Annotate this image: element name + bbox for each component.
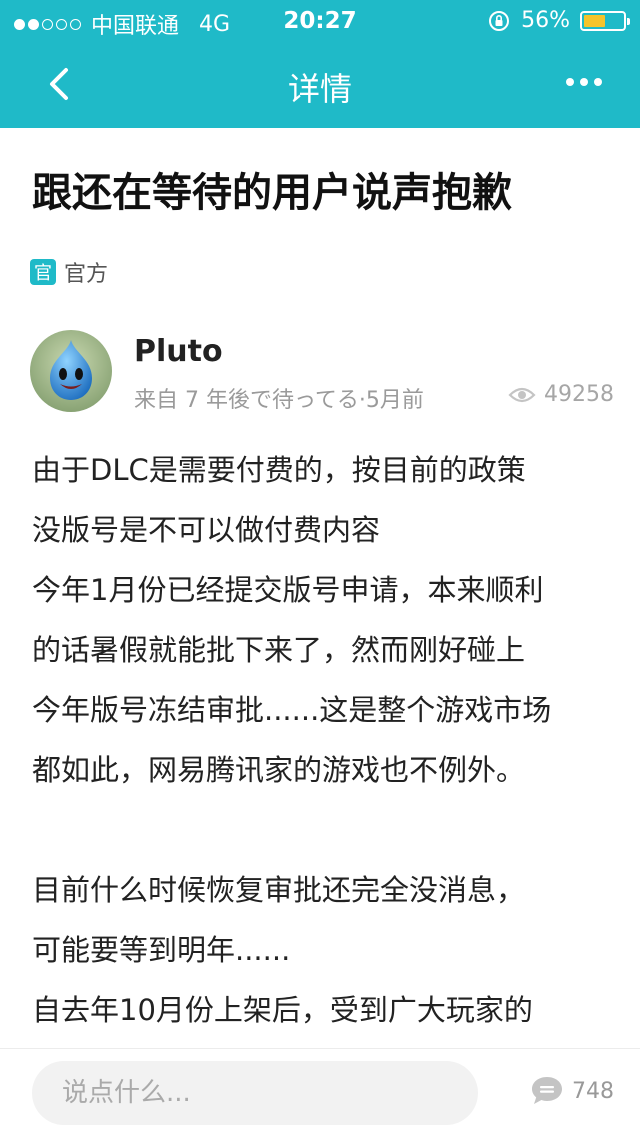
more-horizontal-icon[interactable] [564, 70, 604, 94]
body-line: 可能要等到明年...... [32, 933, 291, 967]
slime-avatar-icon [30, 330, 112, 412]
body-line: 的话暑假就能批下来了，然而刚好碰上 [32, 633, 526, 667]
navigation-bar: 详情 [0, 40, 640, 128]
article-title: 跟还在等待的用户说声抱歉 [32, 170, 512, 216]
avatar[interactable] [30, 330, 112, 412]
comment-count-value: 748 [572, 1078, 614, 1104]
view-count: 49258 [508, 382, 614, 407]
author-name[interactable]: Pluto [134, 334, 223, 369]
body-line: 自去年10月份上架后，受到广大玩家的 [32, 993, 533, 1027]
body-line: 目前什么时候恢复审批还完全没消息， [32, 873, 526, 907]
official-label: 官方 [64, 262, 109, 287]
official-badge: 官 [30, 259, 56, 285]
post-meta: 来自 7 年後で待ってる·5月前 [134, 388, 424, 413]
body-line-blank [32, 800, 612, 860]
article-body: 由于DLC是需要付费的，按目前的政策 没版号是不可以做付费内容 今年1月份已经提… [32, 440, 612, 1050]
view-count-value: 49258 [544, 382, 614, 407]
comment-bar: 748 [0, 1048, 640, 1137]
battery-fill [584, 14, 606, 27]
comment-count[interactable]: 748 [530, 1075, 614, 1107]
body-line: 由于DLC是需要付费的，按目前的政策 [32, 453, 526, 487]
official-tag: 官 官方 [30, 256, 108, 288]
rotation-lock-icon [489, 10, 510, 31]
body-line: 今年版号冻结审批......这是整个游戏市场 [32, 693, 552, 727]
body-line: 都如此，网易腾讯家的游戏也不例外。 [32, 753, 526, 787]
status-right: 56% [487, 8, 630, 33]
comment-bubble-icon [532, 1077, 562, 1104]
body-line: 没版号是不可以做付费内容 [32, 513, 381, 547]
body-line: 今年1月份已经提交版号申请，本来顺利 [32, 573, 544, 607]
eye-icon [508, 387, 536, 402]
page-title: 详情 [287, 70, 352, 108]
status-bar: 中国联通 4G 20:27 56% [0, 0, 640, 40]
battery-percent: 56% [521, 8, 570, 33]
app-header: 中国联通 4G 20:27 56% 详情 [0, 0, 640, 128]
battery-icon [580, 10, 630, 31]
comment-input[interactable] [32, 1061, 478, 1125]
